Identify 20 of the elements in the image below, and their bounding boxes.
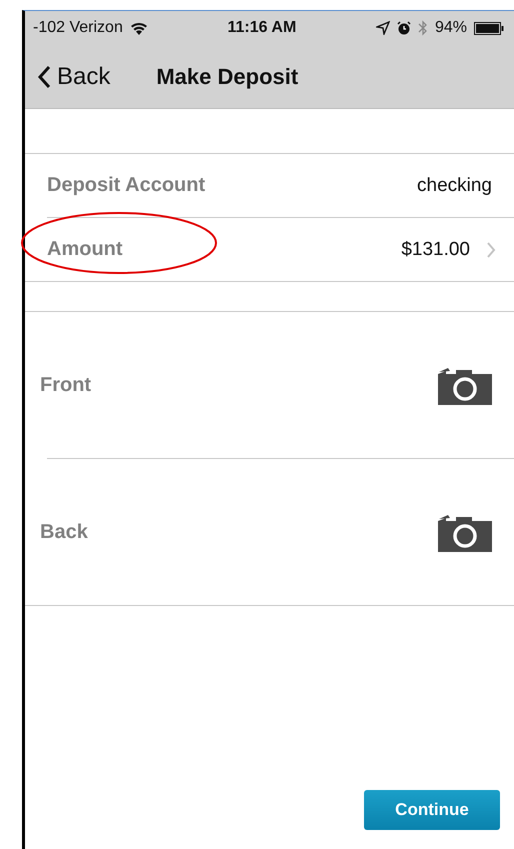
back-button[interactable]: Back bbox=[37, 62, 110, 90]
camera-icon[interactable] bbox=[438, 512, 492, 552]
field-label: Amount bbox=[47, 238, 124, 261]
capture-label: Back bbox=[40, 520, 89, 544]
battery-icon bbox=[474, 22, 504, 34]
location-icon bbox=[376, 21, 390, 35]
field-value: checking bbox=[417, 174, 492, 196]
field-value: $131.00 bbox=[401, 238, 470, 260]
field-label: Deposit Account bbox=[47, 174, 206, 197]
alarm-icon bbox=[396, 21, 411, 35]
carrier-label: -102 Verizon bbox=[33, 19, 123, 37]
camera-icon[interactable] bbox=[438, 366, 492, 404]
battery-percent: 94% bbox=[434, 19, 467, 37]
screen-title: Make Deposit bbox=[156, 64, 298, 90]
capture-label: Front bbox=[40, 374, 92, 396]
wifi-icon bbox=[130, 22, 148, 34]
continue-button[interactable]: Continue bbox=[364, 790, 500, 830]
chevron-left-icon bbox=[37, 64, 51, 88]
time-label: 11:16 AM bbox=[226, 19, 298, 37]
bluetooth-icon bbox=[418, 20, 428, 36]
